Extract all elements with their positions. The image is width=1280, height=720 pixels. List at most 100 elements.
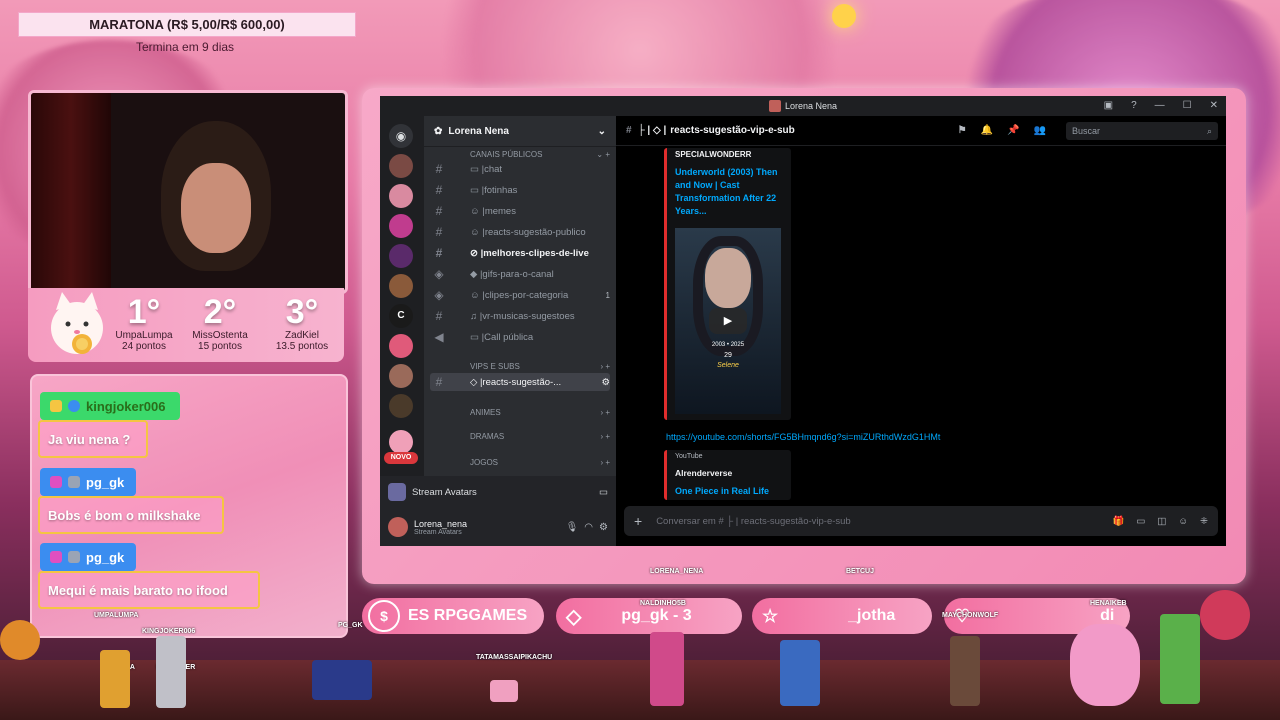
category-label: DRAMAS bbox=[470, 431, 505, 441]
search-input[interactable]: Buscar ⌕ bbox=[1066, 122, 1218, 140]
chat-message-text: Bobs é bom o milkshake bbox=[48, 507, 201, 523]
search-icon: ⌕ bbox=[1206, 125, 1212, 136]
category-label: CANAIS PÚBLICOS bbox=[470, 149, 543, 159]
gif-icon[interactable]: ▭ bbox=[1136, 516, 1145, 527]
server-icon[interactable] bbox=[389, 154, 413, 178]
channel-label: ⊘ | bbox=[470, 247, 484, 259]
rank-second-place: 2° bbox=[203, 293, 237, 331]
play-icon[interactable]: ▶ bbox=[709, 308, 747, 334]
rank-second-name: MissOstenta bbox=[192, 330, 248, 341]
channel-clipes-categoria[interactable]: ◈ ☺ | clipes-por-categoria 1 bbox=[430, 286, 610, 304]
rank-first-points: 24 pontos bbox=[122, 341, 166, 352]
channel-name: chat bbox=[484, 163, 503, 175]
discord-home-icon[interactable]: ◉ bbox=[389, 124, 413, 148]
bell-icon[interactable]: 🔔 bbox=[981, 125, 993, 136]
channel-call-publica[interactable]: ◀ ▭ | Call pública bbox=[430, 328, 610, 346]
headphones-icon[interactable]: ◠ bbox=[584, 522, 593, 533]
marathon-title: MARATONA (R$ 5,00/R$ 600,00) bbox=[89, 17, 285, 32]
server-icon[interactable] bbox=[389, 364, 413, 388]
channel-label: ◇ | bbox=[470, 376, 483, 388]
character-sprite bbox=[780, 640, 820, 706]
add-channel-icon[interactable]: › + bbox=[600, 362, 610, 371]
category-header[interactable]: CANAIS PÚBLICOS ⌄ + bbox=[430, 148, 610, 160]
channel-fotinhas[interactable]: # ▭ | fotinhas bbox=[430, 181, 610, 199]
goal-text: ES RPGGAMES bbox=[408, 607, 528, 624]
channel-reacts-publico[interactable]: # ☺ | reacts-sugestão-publico bbox=[430, 223, 610, 241]
maximize-button[interactable]: ☐ bbox=[1183, 100, 1192, 111]
webcam-curtain bbox=[31, 93, 111, 291]
add-channel-icon[interactable]: › + bbox=[600, 408, 610, 417]
close-button[interactable]: ✕ bbox=[1210, 100, 1218, 111]
server-list: ◉ C NOVO bbox=[380, 116, 422, 476]
server-icon[interactable] bbox=[389, 214, 413, 238]
server-icon[interactable] bbox=[389, 184, 413, 208]
channel-name: gifs-para-o-canal bbox=[482, 268, 554, 280]
message-link[interactable]: https://youtube.com/shorts/FG5BHmqnd6g?s… bbox=[666, 432, 940, 442]
settings-icon[interactable]: ⚙ bbox=[601, 377, 610, 388]
sticker-icon[interactable]: ◫ bbox=[1157, 516, 1166, 527]
channel-label: ▭ | bbox=[470, 331, 485, 343]
server-icon[interactable] bbox=[389, 430, 413, 454]
embed-thumbnail[interactable]: ▶ 2003 • 2025 29 Selene bbox=[675, 228, 781, 414]
attach-icon[interactable]: + bbox=[634, 513, 642, 529]
help-icon[interactable]: ? bbox=[1131, 100, 1137, 111]
chat-username-text: pg_gk bbox=[86, 549, 125, 565]
channel-name: memes bbox=[484, 205, 516, 217]
rank-third-points: 13.5 pontos bbox=[275, 341, 329, 352]
chat-message: Mequi é mais barato no ifood bbox=[38, 571, 260, 609]
gift-icon[interactable]: 🎁 bbox=[1113, 516, 1125, 527]
server-icon[interactable]: C bbox=[389, 304, 413, 328]
apps-icon[interactable]: ⁜ bbox=[1200, 516, 1208, 527]
channel-melhores-clipes[interactable]: # ⊘ | melhores-clipes-de-live bbox=[430, 244, 610, 262]
server-icon[interactable] bbox=[389, 334, 413, 358]
stream-avatars-bar[interactable]: Stream Avatars ▭ bbox=[388, 480, 608, 504]
minimize-button[interactable]: — bbox=[1155, 100, 1165, 111]
channel-reacts-vip-selected[interactable]: # ◇ | reacts-sugestão-... ⚙ bbox=[430, 373, 610, 391]
category-header[interactable]: ANIMES › + bbox=[430, 406, 610, 418]
embed-title[interactable]: One Piece in Real Life bbox=[675, 486, 769, 496]
category-header[interactable]: DRAMAS › + bbox=[430, 430, 610, 442]
channel-vr-musicas[interactable]: # ♫ | vr-musicas-sugestoes bbox=[430, 307, 610, 325]
input-placeholder: Conversar em # ├ | reacts-sugestão-vip-e… bbox=[656, 515, 851, 527]
hash-icon: # bbox=[435, 309, 443, 323]
settings-icon[interactable]: ⚙ bbox=[599, 522, 608, 533]
rank-first-name: UmpaLumpa bbox=[115, 330, 173, 341]
channel-label: ☺ | bbox=[470, 226, 485, 238]
goal-text: _jotha bbox=[848, 607, 896, 624]
channel-memes[interactable]: # ☺ | memes bbox=[430, 202, 610, 220]
sun-icon bbox=[832, 4, 856, 28]
channel-name: reacts-sugestão-publico bbox=[484, 226, 586, 238]
message-input[interactable]: + Conversar em # ├ | reacts-sugestão-vip… bbox=[624, 506, 1218, 536]
server-icon[interactable] bbox=[389, 244, 413, 268]
threads-icon[interactable]: ⚑ bbox=[958, 125, 967, 136]
channel-chat[interactable]: # ▭ | chat bbox=[430, 160, 610, 178]
user-panel: Stream Avatars ▭ Lorena_nena Stream Avat… bbox=[380, 476, 616, 546]
server-icon[interactable] bbox=[389, 394, 413, 418]
embed-title[interactable]: Underworld (2003) Then and Now | Cast Tr… bbox=[675, 166, 785, 218]
screen-share-icon[interactable]: ▭ bbox=[599, 487, 608, 498]
add-channel-icon[interactable]: › + bbox=[600, 458, 610, 467]
category-header[interactable]: VIPS E SUBS › + bbox=[430, 360, 610, 372]
sprite-name: BETCUJ bbox=[846, 568, 875, 575]
server-header[interactable]: ✿ Lorena Nena ⌄ bbox=[424, 116, 616, 147]
current-user[interactable]: Lorena_nena Stream Avatars 🎙 ◠ ⚙ bbox=[388, 514, 608, 540]
inbox-icon[interactable]: ▣ bbox=[1104, 100, 1113, 111]
thumb-name: Selene bbox=[717, 362, 739, 369]
chat-username-text: pg_gk bbox=[86, 474, 125, 490]
add-channel-icon[interactable]: ⌄ + bbox=[596, 150, 610, 159]
pin-icon[interactable]: 📌 bbox=[1007, 125, 1019, 136]
add-channel-icon[interactable]: › + bbox=[600, 432, 610, 441]
discord-window: Lorena Nena ▣ ? — ☐ ✕ ◉ C NOVO ✿ Lorena … bbox=[380, 96, 1226, 546]
microphone-icon[interactable]: 🎙 bbox=[566, 522, 579, 533]
rank-first-place: 1° bbox=[127, 293, 161, 331]
server-boost-icon: ✿ bbox=[434, 125, 443, 137]
category-header[interactable]: JOGOS › + bbox=[430, 456, 610, 468]
channel-gifs[interactable]: ◈ ◆ | gifs-para-o-canal bbox=[430, 265, 610, 283]
character-sprite bbox=[156, 636, 186, 708]
thumb-age: 29 bbox=[724, 352, 732, 359]
emoji-icon[interactable]: ☺ bbox=[1178, 516, 1188, 527]
server-icon[interactable] bbox=[389, 274, 413, 298]
goal-text: di bbox=[1100, 607, 1115, 624]
members-icon[interactable]: 👥 bbox=[1034, 125, 1046, 136]
sub-badge-icon bbox=[50, 400, 62, 412]
